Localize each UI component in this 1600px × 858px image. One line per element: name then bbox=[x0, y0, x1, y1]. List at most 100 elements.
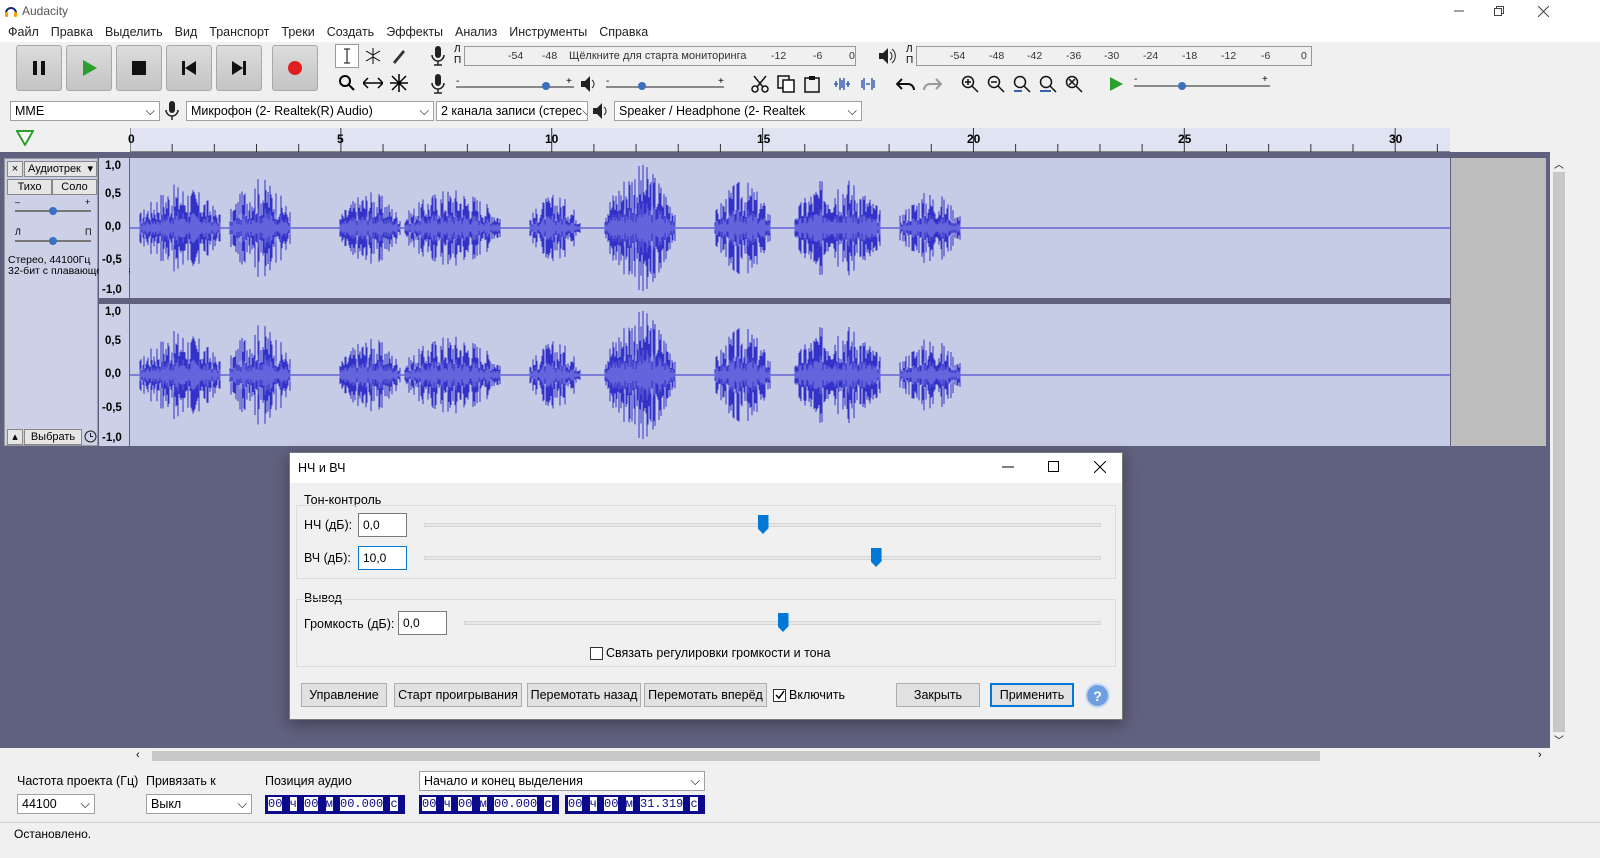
timeline-ruler[interactable]: 0 5 10 15 20 25 30 bbox=[128, 128, 1450, 152]
bass-slider-thumb[interactable] bbox=[757, 515, 769, 534]
fit-project-icon[interactable] bbox=[1036, 72, 1060, 96]
selection-tool-icon[interactable] bbox=[335, 44, 359, 68]
undo-icon[interactable] bbox=[894, 72, 918, 96]
zoom-toggle-icon[interactable] bbox=[1062, 72, 1086, 96]
gain-slider[interactable]: – + bbox=[13, 197, 93, 219]
record-meter[interactable]: -54 -48 Щёлкните для старта мониторинга … bbox=[464, 46, 856, 66]
bass-slider[interactable] bbox=[424, 513, 1101, 537]
menu-view[interactable]: Вид bbox=[169, 22, 204, 42]
paste-icon[interactable] bbox=[800, 72, 824, 96]
menu-help[interactable]: Справка bbox=[593, 22, 654, 42]
waveform-channel-left[interactable] bbox=[130, 158, 1450, 298]
multi-tool-icon[interactable] bbox=[387, 71, 411, 95]
skip-start-button[interactable] bbox=[166, 45, 212, 91]
recording-channels-select[interactable]: 2 канала записи (стерес⌵ bbox=[436, 101, 588, 121]
menu-tracks[interactable]: Треки bbox=[275, 22, 320, 42]
dialog-close-icon[interactable] bbox=[1094, 461, 1106, 473]
audio-host-select[interactable]: MME ⌵ bbox=[10, 101, 160, 121]
selection-start-time[interactable]: 00 ч 00 м 00.000 с bbox=[419, 795, 559, 814]
menu-edit[interactable]: Правка bbox=[45, 22, 99, 42]
select-track-button[interactable]: Выбрать bbox=[24, 429, 82, 445]
pan-slider[interactable]: Л П bbox=[13, 227, 93, 249]
close-button[interactable]: Закрыть bbox=[896, 683, 980, 707]
collapse-track-icon[interactable]: ▴ bbox=[7, 429, 23, 445]
rewind-button[interactable]: Перемотать назад bbox=[527, 683, 641, 707]
draw-tool-icon[interactable] bbox=[387, 44, 411, 68]
play-at-speed-button[interactable] bbox=[1104, 72, 1128, 96]
vertical-scale-bottom[interactable]: 1,0 0,5 0,0 -0,5 -1,0 bbox=[99, 304, 129, 446]
zoom-tool-icon[interactable] bbox=[335, 71, 359, 95]
menu-file[interactable]: Файл bbox=[2, 22, 45, 42]
mute-button[interactable]: Тихо bbox=[7, 179, 52, 195]
treble-slider-thumb[interactable] bbox=[870, 548, 882, 567]
stop-button[interactable] bbox=[116, 45, 162, 91]
checkbox-unchecked-icon[interactable] bbox=[590, 646, 603, 660]
solo-button[interactable]: Соло bbox=[52, 179, 97, 195]
maximize-button[interactable] bbox=[1048, 461, 1060, 473]
trim-icon[interactable] bbox=[830, 72, 854, 96]
selection-mode-select[interactable]: Начало и конец выделения ⌵ bbox=[419, 771, 705, 791]
play-button[interactable] bbox=[66, 45, 112, 91]
silence-icon[interactable] bbox=[856, 72, 880, 96]
menu-generate[interactable]: Создать bbox=[321, 22, 381, 42]
menu-analyze[interactable]: Анализ bbox=[449, 22, 503, 42]
menu-effects[interactable]: Эффекты bbox=[380, 22, 449, 42]
copy-icon[interactable] bbox=[774, 72, 798, 96]
project-rate-select[interactable]: 44100 ⌵ bbox=[17, 794, 95, 814]
checkbox-checked-icon[interactable] bbox=[773, 688, 786, 702]
help-icon[interactable]: ? bbox=[1085, 683, 1110, 708]
link-volume-tone-checkbox[interactable]: Связать регулировки громкости и тона bbox=[590, 646, 831, 660]
play-volume-slider[interactable]: + - bbox=[606, 76, 724, 92]
zoom-out-icon[interactable] bbox=[984, 72, 1008, 96]
volume-input[interactable]: 0,0 bbox=[398, 611, 447, 635]
record-volume-slider[interactable]: + - bbox=[456, 76, 574, 92]
scroll-left-icon[interactable]: ‹ bbox=[136, 749, 140, 761]
record-button[interactable] bbox=[272, 45, 318, 91]
cut-icon[interactable] bbox=[748, 72, 772, 96]
zoom-in-icon[interactable] bbox=[958, 72, 982, 96]
monitoring-hint[interactable]: Щёлкните для старта мониторинга bbox=[569, 50, 746, 62]
apply-button[interactable]: Применить bbox=[990, 683, 1074, 707]
vertical-scrollbar[interactable]: ︿ ﹀ bbox=[1550, 152, 1568, 748]
waveform-channel-right[interactable] bbox=[130, 304, 1450, 446]
horizontal-scrollbar[interactable]: ‹ › bbox=[130, 748, 1550, 764]
microphone-icon[interactable] bbox=[430, 46, 446, 66]
fit-selection-icon[interactable] bbox=[1010, 72, 1034, 96]
scroll-right-icon[interactable]: › bbox=[1538, 749, 1542, 761]
timeshift-tool-icon[interactable] bbox=[361, 71, 385, 95]
timeline[interactable]: 0 5 10 15 20 25 30 bbox=[0, 126, 1568, 152]
snap-to-select[interactable]: Выкл ⌵ bbox=[146, 794, 252, 814]
enable-checkbox[interactable]: Включить bbox=[773, 688, 845, 702]
skip-end-button[interactable] bbox=[216, 45, 262, 91]
treble-slider[interactable] bbox=[424, 546, 1101, 570]
preview-button[interactable]: Старт проигрывания bbox=[394, 683, 522, 707]
play-meter[interactable]: -54 -48 -42 -36 -30 -24 -18 -12 -6 0 bbox=[916, 46, 1312, 66]
bass-input[interactable]: 0,0 bbox=[358, 513, 407, 537]
manage-button[interactable]: Управление bbox=[301, 683, 387, 707]
envelope-tool-icon[interactable] bbox=[361, 44, 385, 68]
restore-button[interactable] bbox=[1476, 0, 1522, 22]
dialog-title-bar[interactable]: НЧ и ВЧ bbox=[290, 453, 1122, 483]
close-window-button[interactable] bbox=[1520, 0, 1566, 22]
audio-position-time[interactable]: 00 ч 00 м 00.000 с bbox=[265, 795, 405, 814]
scroll-down-icon[interactable]: ﹀ bbox=[1554, 732, 1564, 747]
track-close-button[interactable]: × bbox=[7, 161, 23, 177]
playback-device-select[interactable]: Speaker / Headphone (2- Realtek ⌵ bbox=[614, 101, 862, 121]
scroll-up-icon[interactable]: ︿ bbox=[1554, 156, 1564, 171]
volume-slider[interactable] bbox=[464, 611, 1101, 635]
fast-forward-button[interactable]: Перемотать вперёд bbox=[644, 683, 767, 707]
volume-slider-thumb[interactable] bbox=[777, 613, 789, 632]
pause-button[interactable] bbox=[16, 45, 62, 91]
pinned-play-head-icon[interactable] bbox=[16, 130, 34, 146]
treble-input[interactable]: 10,0 bbox=[358, 546, 407, 570]
menu-tools[interactable]: Инструменты bbox=[503, 22, 593, 42]
minimize-button[interactable] bbox=[1002, 461, 1014, 473]
menu-transport[interactable]: Транспорт bbox=[203, 22, 275, 42]
menu-select[interactable]: Выделить bbox=[99, 22, 169, 42]
speaker-icon[interactable] bbox=[878, 47, 896, 65]
selection-end-time[interactable]: 00 ч 00 м 31.319 с bbox=[565, 795, 705, 814]
playback-speed-slider[interactable]: - + bbox=[1134, 74, 1274, 94]
vertical-scale-top[interactable]: 1,0 0,5 0,0 -0,5 -1,0 bbox=[99, 158, 129, 298]
recording-device-select[interactable]: Микрофон (2- Realtek(R) Audio) ⌵ bbox=[186, 101, 434, 121]
track-menu-button[interactable]: Аудиотрек ▾ bbox=[24, 161, 97, 177]
